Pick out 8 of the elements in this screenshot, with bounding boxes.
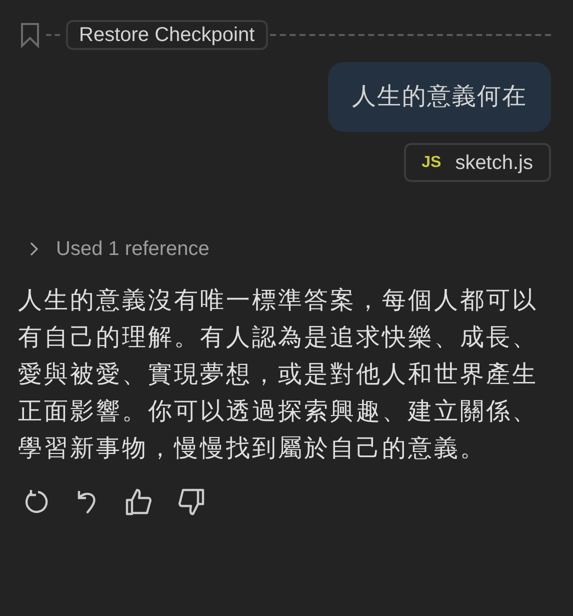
user-message: 人生的意義何在 [328, 62, 551, 132]
bookmark-icon[interactable] [20, 22, 40, 48]
thumbs-up-icon[interactable] [124, 487, 154, 517]
references-toggle[interactable]: Used 1 reference [28, 234, 210, 264]
thumbs-down-icon[interactable] [176, 487, 206, 517]
answer-text: 人生的意義沒有唯一標準答案，每個人都可以有自己的理解。有人認為是追求快樂、成長、愛與被愛、實現夢想，或是對他人和世界產生正面影響。你可以透過探索興趣、建立關係、學習新事物，慢慢找到屬於自己的意義。 [17, 286, 539, 464]
attachment-chip[interactable]: JS sketch.js [404, 143, 551, 182]
restore-checkpoint-button[interactable]: Restore Checkpoint [66, 20, 268, 50]
